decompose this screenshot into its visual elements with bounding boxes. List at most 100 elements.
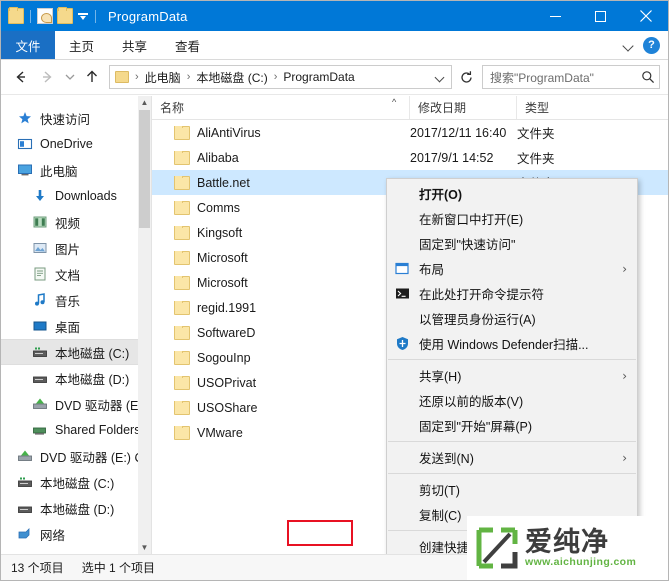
sidebar-item-pictures[interactable]: 图片 (1, 235, 138, 261)
file-name-cell: Microsoft (152, 250, 410, 265)
sidebar-item-this-pc[interactable]: 此电脑 (1, 157, 138, 183)
sort-indicator-icon: ^ (392, 97, 397, 107)
breadcrumb-this-pc[interactable]: 此电脑 (143, 69, 183, 86)
column-header-row: 名称 修改日期 类型 ^ (152, 96, 668, 120)
sidebar-item-dvd-drive-e-root[interactable]: DVD 驱动器 (E:) C (1, 443, 138, 469)
folder-icon[interactable] (8, 7, 24, 24)
sidebar-item-desktop[interactable]: 桌面 (1, 313, 138, 339)
file-name-label: Comms (197, 200, 241, 215)
breadcrumb-programdata[interactable]: ProgramData (281, 70, 356, 84)
sidebar-item-local-disk-c-root[interactable]: 本地磁盘 (C:) (1, 469, 138, 495)
sidebar-item-dvd-drive-e[interactable]: DVD 驱动器 (E:) (1, 391, 138, 417)
network-icon (17, 526, 33, 542)
tab-view[interactable]: 查看 (161, 31, 214, 59)
tab-share[interactable]: 共享 (108, 31, 161, 59)
breadcrumb-separator-1[interactable]: › (183, 71, 195, 83)
menu-item-label: 在新窗口中打开(E) (419, 213, 524, 227)
back-button[interactable] (9, 65, 33, 89)
scroll-down-arrow-icon[interactable]: ▼ (138, 541, 151, 554)
minimize-button[interactable] (533, 1, 578, 31)
column-header-date[interactable]: 修改日期 (410, 96, 517, 119)
sidebar-label: 快速访问 (40, 112, 91, 127)
menu-item-label: 共享(H) (419, 370, 462, 384)
table-row[interactable]: Alibaba 2017/9/1 14:52 文件夹 (152, 145, 668, 170)
dvd-drive-icon (32, 396, 48, 412)
file-name-label: regid.1991 (197, 300, 257, 315)
drive-d-icon (17, 500, 33, 516)
forward-button[interactable] (35, 65, 59, 89)
menu-item-cut[interactable]: 剪切(T) (387, 477, 637, 502)
refresh-button[interactable] (454, 65, 478, 89)
window-title: ProgramData (108, 8, 188, 24)
recent-locations-button[interactable] (61, 65, 78, 89)
search-input[interactable]: 搜索"ProgramData" (490, 69, 641, 86)
sidebar-item-local-disk-d-root[interactable]: 本地磁盘 (D:) (1, 495, 138, 521)
menu-item-scan-with-defender[interactable]: 使用 Windows Defender扫描... (387, 331, 637, 356)
breadcrumb-local-disk-c[interactable]: 本地磁盘 (C:) (194, 69, 269, 86)
file-name-label: Battle.net (197, 175, 250, 190)
column-header-type[interactable]: 类型 (517, 96, 668, 119)
menu-item-open-command-prompt[interactable]: 在此处打开命令提示符 (387, 281, 637, 306)
breadcrumb-separator-2[interactable]: › (270, 71, 282, 83)
maximize-button[interactable] (578, 1, 623, 31)
menu-item-open-new-window[interactable]: 在新窗口中打开(E) (387, 206, 637, 231)
computer-icon (17, 162, 33, 178)
menu-item-share[interactable]: 共享(H) › (387, 363, 637, 388)
tab-home[interactable]: 主页 (55, 31, 108, 59)
menu-item-restore-previous-versions[interactable]: 还原以前的版本(V) (387, 388, 637, 413)
breadcrumb-bar[interactable]: › 此电脑 › 本地磁盘 (C:) › ProgramData (109, 65, 452, 89)
sidebar-label: Downloads (55, 189, 117, 203)
folder-icon (174, 400, 190, 415)
sidebar-label: OneDrive (40, 137, 93, 151)
up-button[interactable] (80, 65, 104, 89)
file-name-label: Kingsoft (197, 225, 243, 240)
column-header-name[interactable]: 名称 (152, 96, 410, 119)
column-header-type-label: 类型 (525, 101, 550, 115)
sidebar-item-onedrive[interactable]: OneDrive (1, 131, 138, 157)
menu-item-label: 固定到"开始"屏幕(P) (419, 420, 533, 434)
scroll-up-arrow-icon[interactable]: ▲ (138, 96, 151, 109)
folder-icon (174, 325, 190, 340)
file-name-cell: Kingsoft (152, 225, 410, 240)
context-menu: 打开(O) 在新窗口中打开(E) 固定到"快速访问" 布局 › 在此处打开命令提… (386, 178, 638, 554)
sidebar-item-shared-folders[interactable]: Shared Folders (1, 417, 138, 443)
breadcrumb-separator-0[interactable]: › (131, 71, 143, 83)
sidebar-item-quick-access[interactable]: 快速访问 (1, 105, 138, 131)
menu-item-open[interactable]: 打开(O) (387, 181, 637, 206)
menu-item-label: 以管理员身份运行(A) (419, 313, 536, 327)
navigation-scrollbar[interactable]: ▲ ▼ (138, 96, 151, 554)
sidebar-item-downloads[interactable]: Downloads (1, 183, 138, 209)
folder-icon (174, 225, 190, 240)
scrollbar-thumb[interactable] (139, 110, 150, 228)
menu-separator (388, 473, 636, 474)
customize-caret-icon[interactable] (77, 10, 89, 22)
chevron-down-icon[interactable] (623, 39, 635, 51)
breadcrumb-folder-icon (115, 71, 129, 83)
folder-icon (174, 250, 190, 265)
menu-item-label: 在此处打开命令提示符 (419, 288, 545, 302)
sidebar-label: 网络 (40, 528, 66, 543)
pictures-icon (32, 240, 48, 256)
sidebar-item-local-disk-d[interactable]: 本地磁盘 (D:) (1, 365, 138, 391)
sidebar-item-network[interactable]: 网络 (1, 521, 138, 547)
table-row[interactable]: AliAntiVirus 2017/12/11 16:40 文件夹 (152, 120, 668, 145)
menu-item-layout[interactable]: 布局 › (387, 256, 637, 281)
menu-item-send-to[interactable]: 发送到(N) › (387, 445, 637, 470)
menu-item-run-as-administrator[interactable]: 以管理员身份运行(A) (387, 306, 637, 331)
properties-icon[interactable] (37, 8, 53, 24)
sidebar-item-music[interactable]: 音乐 (1, 287, 138, 313)
sidebar-item-documents[interactable]: 文档 (1, 261, 138, 287)
menu-item-label: 布局 (419, 263, 445, 277)
new-folder-icon[interactable] (57, 7, 73, 24)
sidebar-item-videos[interactable]: 视频 (1, 209, 138, 235)
tab-file[interactable]: 文件 (1, 31, 55, 59)
help-icon[interactable]: ? (643, 36, 660, 54)
menu-item-pin-to-start[interactable]: 固定到"开始"屏幕(P) (387, 413, 637, 438)
file-name-label: AliAntiVirus (197, 125, 261, 140)
search-icon[interactable] (641, 70, 655, 84)
sidebar-item-local-disk-c[interactable]: 本地磁盘 (C:) (1, 339, 138, 365)
breadcrumb-dropdown-icon[interactable] (431, 66, 449, 88)
search-box[interactable]: 搜索"ProgramData" (482, 65, 660, 89)
close-button[interactable] (623, 1, 668, 31)
menu-item-pin-quick-access[interactable]: 固定到"快速访问" (387, 231, 637, 256)
